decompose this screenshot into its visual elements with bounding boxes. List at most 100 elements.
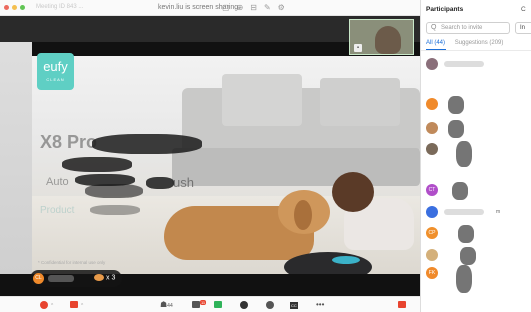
avatar xyxy=(426,206,438,218)
slide-heading: X8 Pro xyxy=(40,132,98,152)
redaction-smudge xyxy=(62,157,132,172)
microphone-off-icon xyxy=(40,300,48,309)
redaction-smudge xyxy=(448,96,464,114)
sofa-cushion xyxy=(222,74,302,126)
redaction-smudge xyxy=(456,265,472,293)
thumbnail-camera-icon[interactable]: ▪ xyxy=(354,44,362,52)
view-icon[interactable]: ▢ xyxy=(222,3,230,12)
mute-button[interactable]: ⌃ xyxy=(40,300,54,310)
chevron-up-icon[interactable]: ⌃ xyxy=(50,303,54,309)
maximize-window-dot[interactable] xyxy=(20,5,25,10)
speaker-name-tag: CL x 3 xyxy=(30,270,122,287)
slide-left-edge xyxy=(0,42,32,274)
redaction-smudge xyxy=(452,182,468,200)
chat-unread-badge: 11 xyxy=(200,300,207,305)
participants-count: 44 xyxy=(167,303,173,309)
child-head xyxy=(332,172,374,212)
eufy-logo: eufy CLEAN xyxy=(37,53,74,90)
self-video-person xyxy=(375,26,401,54)
participants-panel: Participants C Q Search to invite In All… xyxy=(420,0,531,312)
tab-all[interactable]: All (44) xyxy=(426,40,445,46)
participants-button[interactable]: ☗44 xyxy=(160,300,173,310)
reaction-count: x 3 xyxy=(106,274,116,282)
reaction-indicator: x 3 xyxy=(94,274,115,281)
avatar xyxy=(426,58,438,70)
chat-icon xyxy=(192,301,200,309)
avatar: CT xyxy=(426,184,438,196)
avatar xyxy=(426,143,438,155)
divider xyxy=(421,50,531,51)
participant-row[interactable]: m xyxy=(426,204,526,220)
leave-button[interactable] xyxy=(398,300,406,310)
more-icon: ••• xyxy=(316,300,325,309)
participant-row[interactable] xyxy=(426,56,526,72)
participant-row[interactable] xyxy=(426,141,526,167)
participant-row[interactable]: FK xyxy=(426,265,526,293)
redaction-smudge xyxy=(90,205,140,215)
slide-product-text: Product xyxy=(40,205,75,216)
tab-suggestions[interactable]: Suggestions (209) xyxy=(455,40,504,46)
annotate-icon[interactable]: ✎ xyxy=(264,3,271,12)
chevron-up-icon[interactable]: ⌃ xyxy=(80,303,84,309)
meeting-info-text: Meeting ID 843 ... xyxy=(36,4,84,10)
avatar: CP xyxy=(426,227,438,239)
sofa-seat xyxy=(172,148,420,186)
minimize-window-dot[interactable] xyxy=(12,5,17,10)
avatar xyxy=(426,98,438,110)
zoom-icon[interactable]: ⊕ xyxy=(237,3,244,12)
participant-row[interactable] xyxy=(426,247,526,265)
search-icon: Q xyxy=(431,24,437,31)
confidential-notice: * Confidential for internal use only xyxy=(38,260,106,265)
invite-button[interactable]: In xyxy=(515,22,531,34)
camera-off-icon xyxy=(70,301,78,309)
reaction-emoji-icon xyxy=(94,274,104,281)
participant-tabs: All (44) Suggestions (209) xyxy=(426,40,503,46)
redaction-smudge xyxy=(92,134,202,154)
close-window-dot[interactable] xyxy=(4,5,9,10)
record-button[interactable] xyxy=(240,300,248,310)
meeting-top-bar: Meeting ID 843 ... kevin.liu is screen s… xyxy=(0,0,420,16)
expand-icon[interactable]: ⊟ xyxy=(250,3,257,12)
participant-row[interactable]: CP xyxy=(426,225,526,243)
speaker-name-redacted xyxy=(48,275,74,282)
apps-button[interactable]: CC xyxy=(290,300,298,310)
record-icon xyxy=(240,300,248,309)
reactions-button[interactable] xyxy=(266,300,274,310)
slide-feature-text-2: ush xyxy=(173,175,194,190)
meeting-window: Meeting ID 843 ... kevin.liu is screen s… xyxy=(0,0,531,312)
participant-row[interactable]: CT xyxy=(426,182,526,200)
redaction-smudge xyxy=(146,177,174,189)
meeting-controls: ⌃ ⌃ ☗44 11 CC ••• xyxy=(0,296,420,312)
participant-name-tail: m xyxy=(496,209,501,215)
robot-vacuum-sensor xyxy=(332,256,360,264)
panel-close-partial[interactable]: C xyxy=(521,6,526,13)
robot-vacuum xyxy=(284,252,372,274)
sofa-cushion xyxy=(320,78,400,126)
window-controls[interactable] xyxy=(4,5,25,10)
avatar xyxy=(426,249,438,261)
self-video-thumbnail[interactable]: ▪ xyxy=(349,19,414,55)
leave-icon xyxy=(398,301,406,309)
share-view-toolbar: ▢ ⊕ ⊟ ✎ ⚙ xyxy=(222,3,285,12)
stop-video-button[interactable]: ⌃ xyxy=(70,300,84,310)
share-screen-icon xyxy=(214,301,222,309)
participant-name-redacted xyxy=(444,209,484,215)
share-screen-button[interactable] xyxy=(214,300,222,310)
participant-name-redacted xyxy=(444,61,484,67)
eufy-logo-sub: CLEAN xyxy=(46,77,65,82)
eufy-logo-text: eufy xyxy=(43,59,68,74)
redaction-smudge xyxy=(448,120,464,138)
more-button[interactable]: ••• xyxy=(316,300,324,310)
redaction-smudge xyxy=(460,247,476,265)
captions-icon: CC xyxy=(290,302,298,309)
panel-title: Participants xyxy=(426,6,464,13)
participant-row[interactable] xyxy=(426,120,526,138)
search-placeholder: Search to invite xyxy=(441,25,483,31)
participant-row[interactable] xyxy=(426,96,526,114)
chat-button[interactable]: 11 xyxy=(192,300,207,310)
avatar: FK xyxy=(426,267,438,279)
dog-ear xyxy=(294,200,312,230)
settings-icon[interactable]: ⚙ xyxy=(278,3,285,12)
search-input[interactable]: Q Search to invite xyxy=(426,22,510,34)
slide-feature-text: Auto xyxy=(46,176,69,188)
